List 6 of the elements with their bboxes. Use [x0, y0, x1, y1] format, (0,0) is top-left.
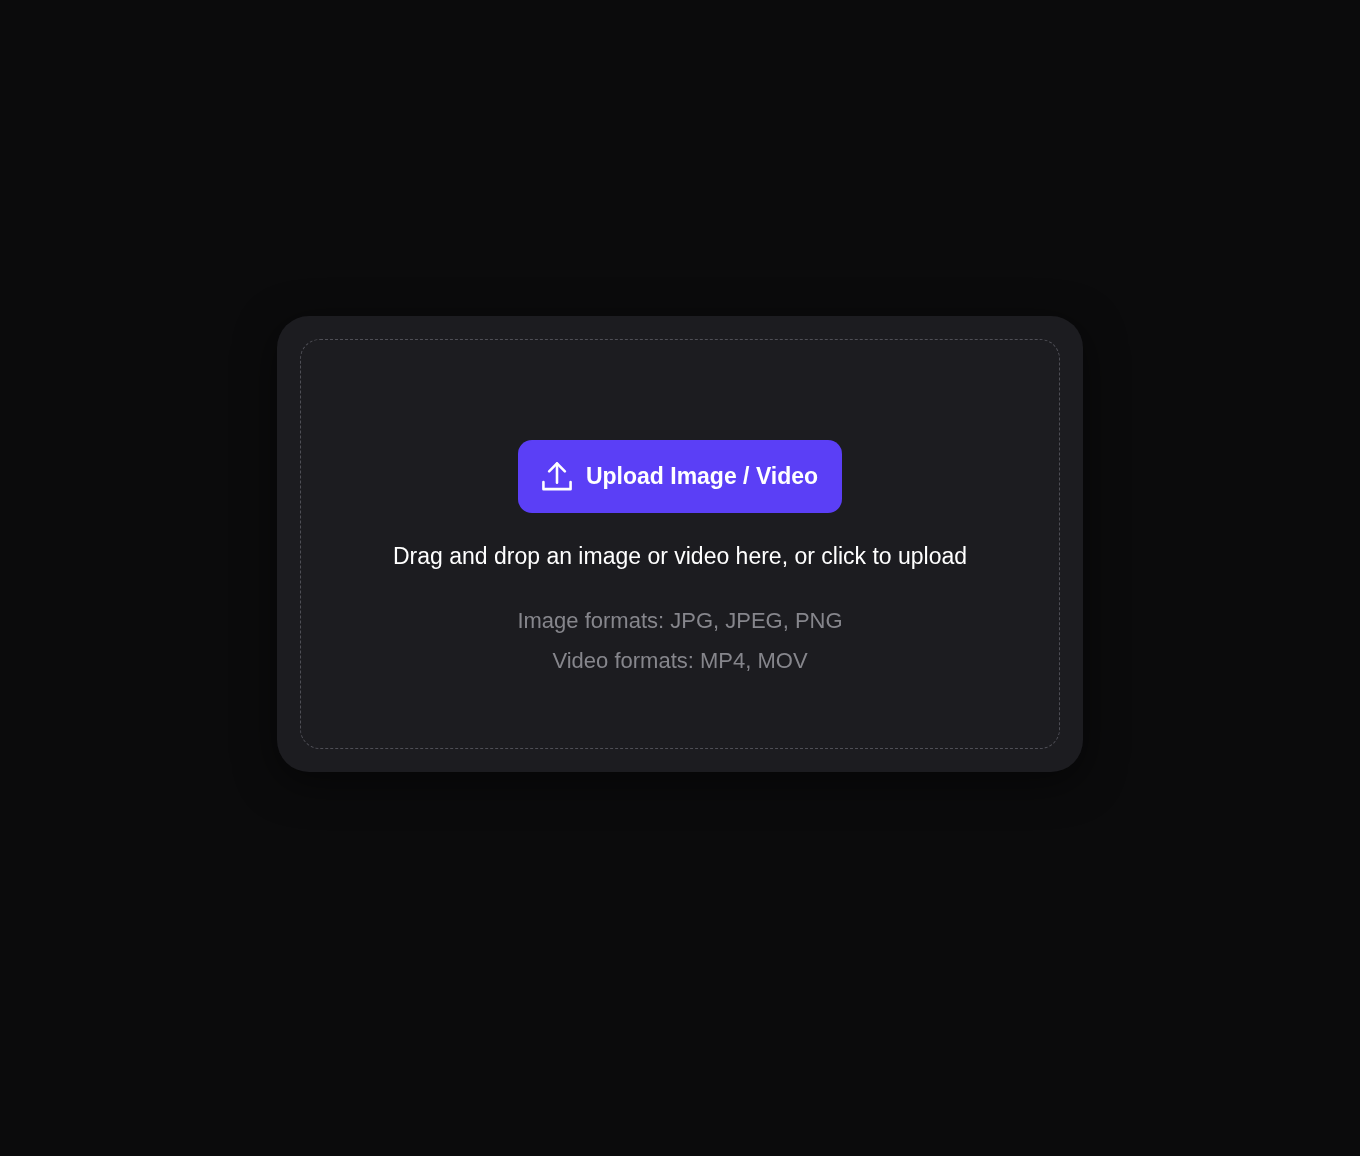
upload-button[interactable]: Upload Image / Video [517, 440, 843, 513]
format-note: Image formats: JPG, JPEG, PNG [517, 607, 843, 635]
format-note: Video formats: MP4, MOV [552, 647, 808, 675]
upload-icon [541, 461, 572, 492]
instruction-text: Drag and drop an image or video here, or click to upload [392, 542, 968, 571]
drop-zone[interactable]: Upload Image / Video Drag and drop an image or video here, or click to upload Image formats: JPG, JPEG, PNG Video formats: MP4, MOV [300, 339, 1060, 749]
